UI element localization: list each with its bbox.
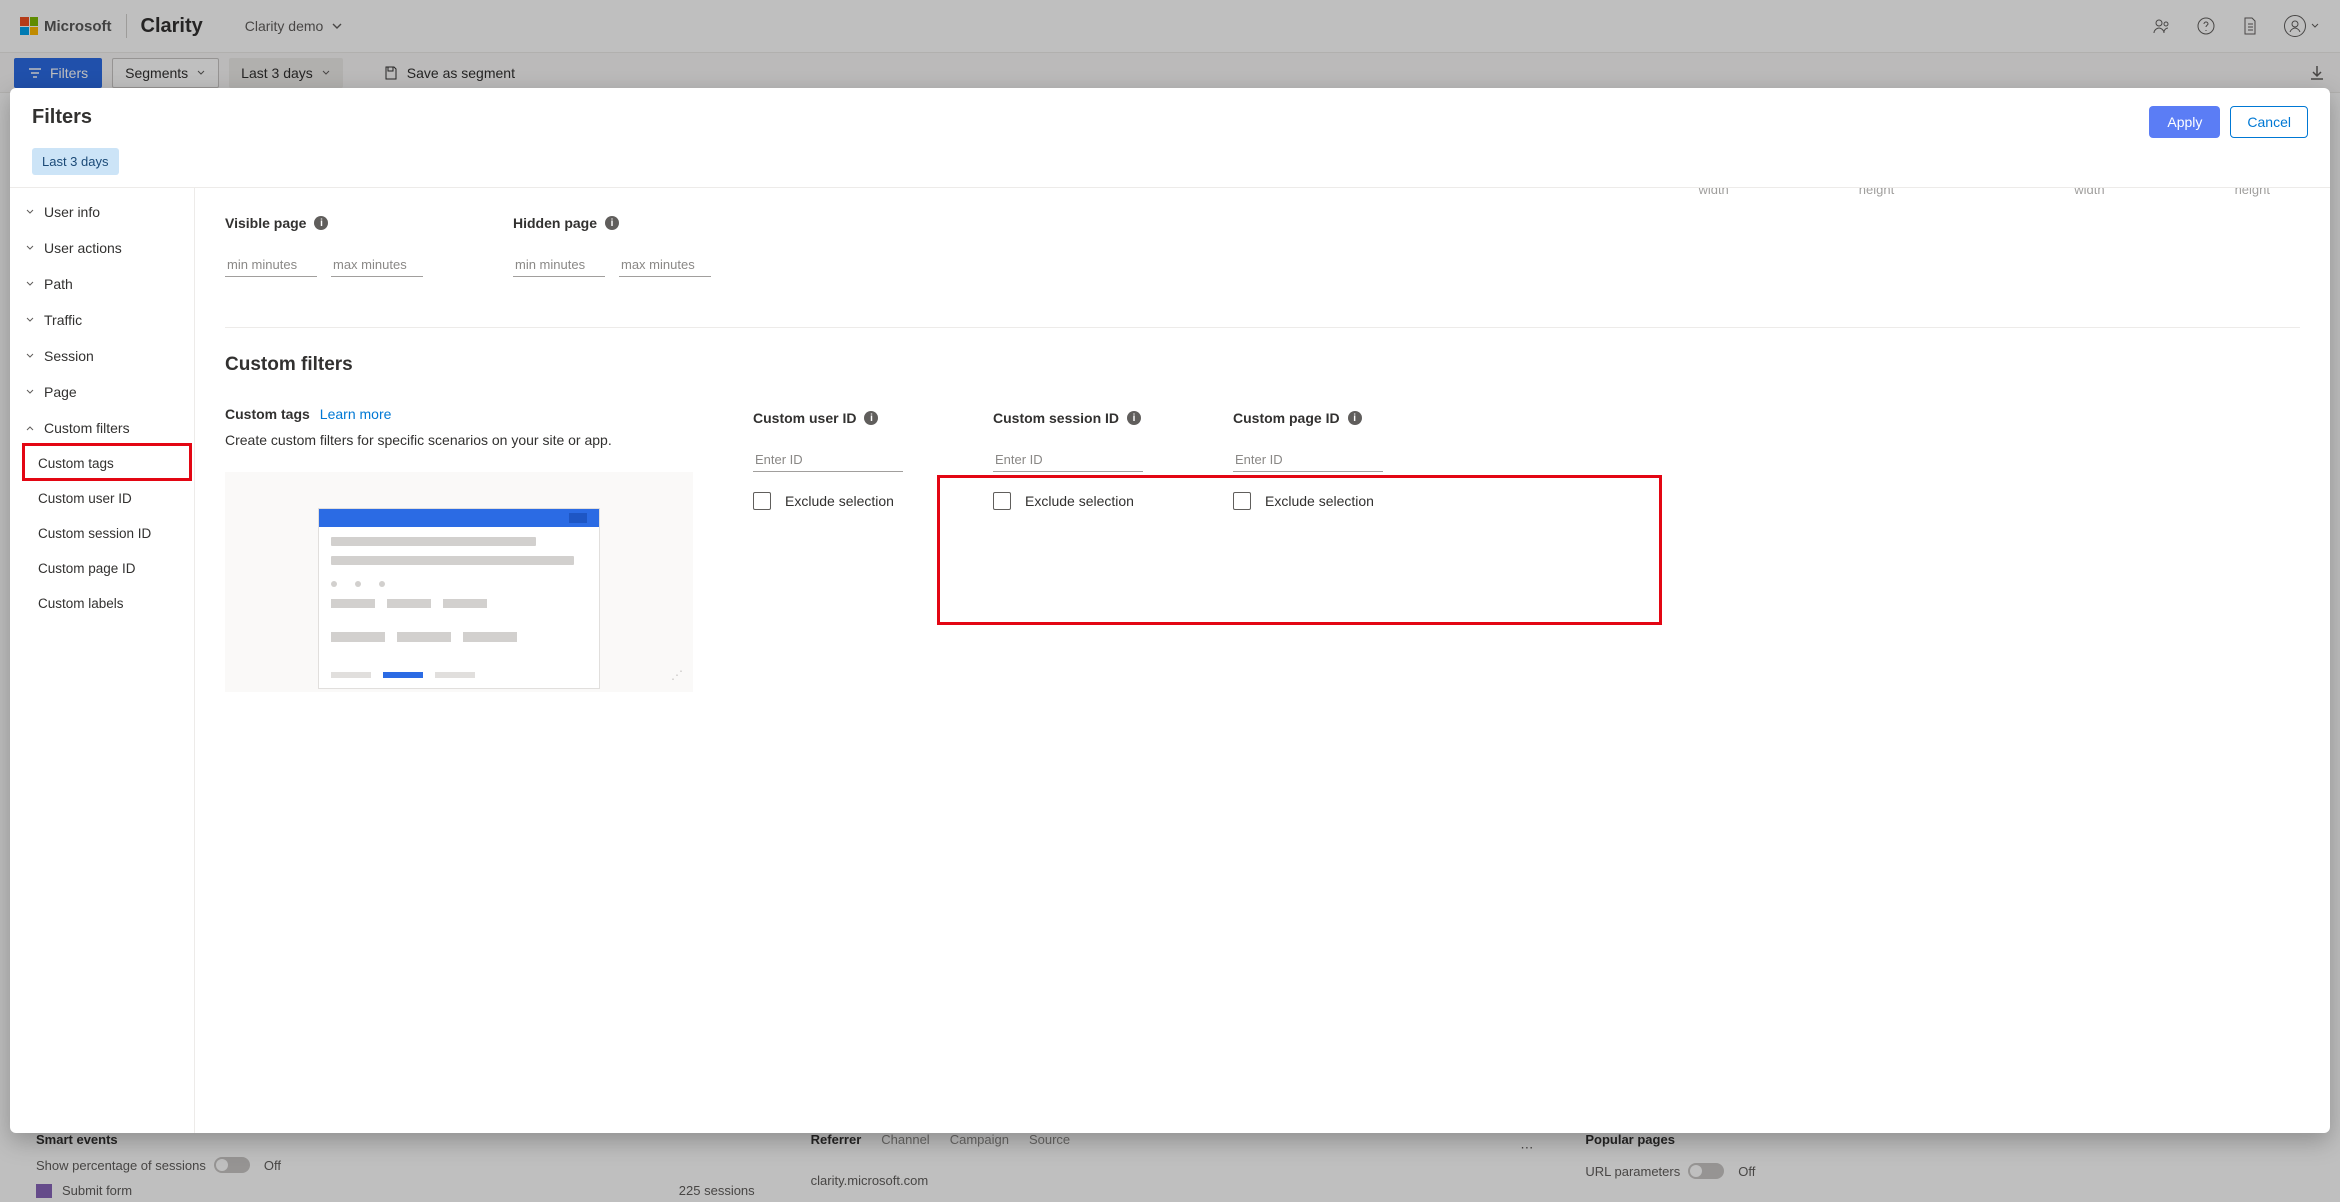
field-title: Visible page — [225, 215, 306, 231]
nav-label: User actions — [44, 240, 122, 256]
hidden-max-input[interactable] — [619, 253, 711, 277]
field-title: Custom user ID — [753, 410, 856, 426]
info-icon[interactable]: i — [1127, 411, 1141, 425]
resize-handle-icon: ⋰ — [671, 668, 683, 682]
custom-tags-label: Custom tags — [225, 406, 310, 422]
field-title: Custom page ID — [1233, 410, 1340, 426]
field-title: Hidden page — [513, 215, 597, 231]
nav-custom-session-id[interactable]: Custom session ID — [10, 516, 194, 551]
custom-session-id-field: Custom session ID i Exclude selection — [993, 410, 1143, 510]
nav-label: Traffic — [44, 312, 82, 328]
nav-label: User info — [44, 204, 100, 220]
custom-tags-desc: Create custom filters for specific scena… — [225, 432, 693, 448]
exclude-session-id-checkbox[interactable] — [993, 492, 1011, 510]
custom-filters-heading: Custom filters — [225, 354, 2300, 376]
exclude-user-id-checkbox[interactable] — [753, 492, 771, 510]
active-filter-chips: Last 3 days — [10, 148, 2330, 187]
nav-custom-tags[interactable]: Custom tags — [10, 446, 194, 481]
page-time-section: Visible page i Hidden page i — [225, 215, 2300, 277]
nav-custom-user-id[interactable]: Custom user ID — [10, 481, 194, 516]
nav-user-actions[interactable]: User actions — [10, 230, 194, 266]
filter-content: widthheight widthheight Visible page i — [195, 188, 2330, 1133]
exclude-label: Exclude selection — [1025, 493, 1134, 509]
filters-modal: Filters Apply Cancel Last 3 days User in… — [10, 88, 2330, 1133]
info-icon[interactable]: i — [605, 216, 619, 230]
nav-custom-filters[interactable]: Custom filters — [10, 410, 194, 446]
cancel-button[interactable]: Cancel — [2230, 106, 2308, 138]
custom-tags-block: Custom tags Learn more Create custom fil… — [225, 406, 693, 692]
nav-label: Session — [44, 348, 94, 364]
info-icon[interactable]: i — [314, 216, 328, 230]
chevron-down-icon — [24, 314, 36, 326]
modal-header: Filters Apply Cancel — [10, 88, 2330, 148]
info-icon[interactable]: i — [1348, 411, 1362, 425]
visible-page-field: Visible page i — [225, 215, 423, 277]
date-chip[interactable]: Last 3 days — [32, 148, 119, 175]
custom-tags-preview: ⋰ — [225, 472, 693, 692]
visible-max-input[interactable] — [331, 253, 423, 277]
chevron-down-icon — [24, 206, 36, 218]
chevron-up-icon — [24, 422, 36, 434]
nav-custom-page-id[interactable]: Custom page ID — [10, 551, 194, 586]
info-icon[interactable]: i — [864, 411, 878, 425]
exclude-label: Exclude selection — [1265, 493, 1374, 509]
chevron-down-icon — [24, 386, 36, 398]
nav-label: Page — [44, 384, 77, 400]
modal-title: Filters — [32, 106, 92, 129]
learn-more-link[interactable]: Learn more — [320, 406, 392, 422]
apply-button[interactable]: Apply — [2149, 106, 2220, 138]
nav-path[interactable]: Path — [10, 266, 194, 302]
nav-label: Custom filters — [44, 420, 130, 436]
custom-session-id-input[interactable] — [993, 448, 1143, 472]
nav-session[interactable]: Session — [10, 338, 194, 374]
chevron-down-icon — [24, 242, 36, 254]
nav-label: Path — [44, 276, 73, 292]
custom-id-fields: Custom user ID i Exclude selection Custo… — [753, 410, 1383, 510]
custom-user-id-field: Custom user ID i Exclude selection — [753, 410, 903, 510]
clipped-labels: widthheight widthheight — [225, 188, 2300, 197]
divider — [225, 327, 2300, 328]
nav-user-info[interactable]: User info — [10, 194, 194, 230]
exclude-page-id-checkbox[interactable] — [1233, 492, 1251, 510]
custom-user-id-input[interactable] — [753, 448, 903, 472]
exclude-label: Exclude selection — [785, 493, 894, 509]
chevron-down-icon — [24, 350, 36, 362]
filter-category-nav: User info User actions Path Traffic Sess… — [10, 188, 195, 1133]
nav-page[interactable]: Page — [10, 374, 194, 410]
custom-page-id-input[interactable] — [1233, 448, 1383, 472]
hidden-min-input[interactable] — [513, 253, 605, 277]
nav-custom-labels[interactable]: Custom labels — [10, 586, 194, 621]
field-title: Custom session ID — [993, 410, 1119, 426]
custom-page-id-field: Custom page ID i Exclude selection — [1233, 410, 1383, 510]
chevron-down-icon — [24, 278, 36, 290]
visible-min-input[interactable] — [225, 253, 317, 277]
nav-traffic[interactable]: Traffic — [10, 302, 194, 338]
preview-mockup — [318, 508, 600, 689]
hidden-page-field: Hidden page i — [513, 215, 711, 277]
